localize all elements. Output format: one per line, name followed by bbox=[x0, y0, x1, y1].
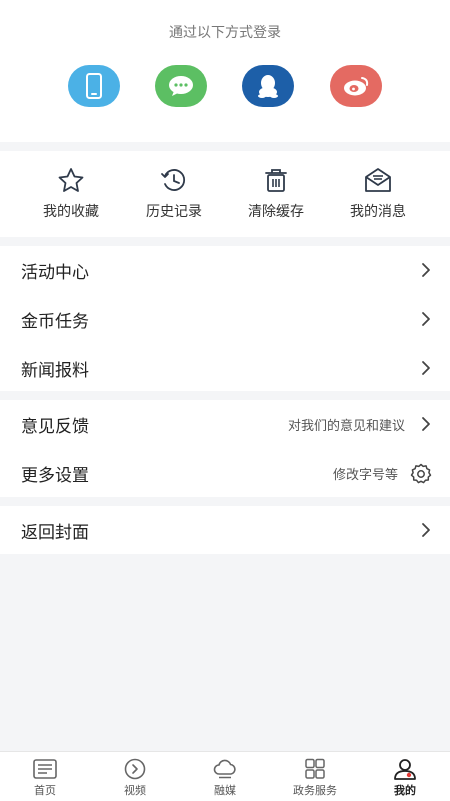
more-settings-label: 更多设置 bbox=[21, 466, 89, 486]
activity-center-label: 活动中心 bbox=[21, 263, 89, 283]
tab-home-label: 首页 bbox=[34, 784, 56, 797]
tab-mine-label: 我的 bbox=[394, 784, 416, 797]
quick-actions: 我的收藏 历史记录 清除缓存 我的消息 bbox=[0, 151, 450, 237]
wechat-icon bbox=[169, 76, 193, 96]
news-icon bbox=[33, 759, 57, 779]
login-section: 通过以下方式登录 bbox=[0, 0, 450, 142]
chevron-right-icon bbox=[422, 523, 430, 537]
return-cover-label: 返回封面 bbox=[21, 523, 89, 543]
history-label: 历史记录 bbox=[146, 204, 202, 220]
qq-login-button[interactable] bbox=[242, 65, 294, 107]
phone-login-button[interactable] bbox=[68, 65, 120, 107]
video-icon bbox=[124, 758, 146, 780]
news-report-row[interactable]: 新闻报料 bbox=[0, 344, 450, 392]
coin-tasks-label: 金币任务 bbox=[21, 312, 89, 332]
feedback-row[interactable]: 意见反馈 对我们的意见和建议 bbox=[0, 400, 450, 448]
favorites-button[interactable]: 我的收藏 bbox=[26, 167, 116, 221]
return-cover-row[interactable]: 返回封面 bbox=[0, 506, 450, 554]
feedback-label: 意见反馈 bbox=[21, 417, 89, 437]
weibo-login-button[interactable] bbox=[330, 65, 382, 107]
grid-icon bbox=[305, 758, 325, 779]
tab-media-label: 融媒 bbox=[214, 784, 236, 797]
tab-government-services-label: 政务服务 bbox=[293, 784, 337, 797]
menu-group-2: 意见反馈 对我们的意见和建议 更多设置 修改字号等 bbox=[0, 400, 450, 497]
menu-group-3: 返回封面 bbox=[0, 506, 450, 554]
menu-group-1: 活动中心 金币任务 新闻报料 bbox=[0, 246, 450, 391]
chevron-right-icon bbox=[422, 361, 430, 375]
tab-video[interactable]: 视频 bbox=[100, 758, 170, 798]
star-icon bbox=[58, 168, 84, 192]
activity-center-row[interactable]: 活动中心 bbox=[0, 246, 450, 294]
chevron-right-icon bbox=[422, 417, 430, 431]
clear-cache-label: 清除缓存 bbox=[248, 204, 304, 220]
settings-hint: 修改字号等 bbox=[332, 468, 398, 483]
news-report-label: 新闻报料 bbox=[21, 361, 89, 381]
trash-icon bbox=[265, 169, 287, 192]
weibo-icon bbox=[344, 77, 369, 96]
favorites-label: 我的收藏 bbox=[43, 204, 99, 220]
coin-tasks-row[interactable]: 金币任务 bbox=[0, 295, 450, 343]
feedback-hint: 对我们的意见和建议 bbox=[287, 419, 405, 434]
tab-government-services[interactable]: 政务服务 bbox=[280, 758, 350, 798]
history-icon bbox=[161, 169, 185, 191]
wechat-login-button[interactable] bbox=[155, 65, 207, 107]
bottom-tab-bar: 首页 视频 融媒 政务服务 我的 bbox=[0, 751, 450, 801]
qq-icon bbox=[258, 75, 278, 98]
more-settings-row[interactable]: 更多设置 修改字号等 bbox=[0, 449, 450, 497]
login-title: 通过以下方式登录 bbox=[169, 25, 281, 41]
tab-home[interactable]: 首页 bbox=[10, 758, 80, 798]
clear-cache-button[interactable]: 清除缓存 bbox=[231, 167, 321, 221]
tab-video-label: 视频 bbox=[124, 784, 146, 797]
messages-button[interactable]: 我的消息 bbox=[333, 167, 423, 221]
gear-icon bbox=[410, 463, 432, 484]
history-button[interactable]: 历史记录 bbox=[129, 167, 219, 221]
cloud-icon bbox=[213, 759, 236, 779]
user-icon bbox=[394, 759, 416, 780]
tab-mine[interactable]: 我的 bbox=[370, 758, 440, 798]
message-icon bbox=[365, 168, 391, 192]
phone-icon bbox=[86, 73, 102, 99]
chevron-right-icon bbox=[422, 312, 430, 326]
tab-media[interactable]: 融媒 bbox=[190, 758, 260, 798]
messages-label: 我的消息 bbox=[350, 204, 406, 220]
chevron-right-icon bbox=[422, 263, 430, 277]
